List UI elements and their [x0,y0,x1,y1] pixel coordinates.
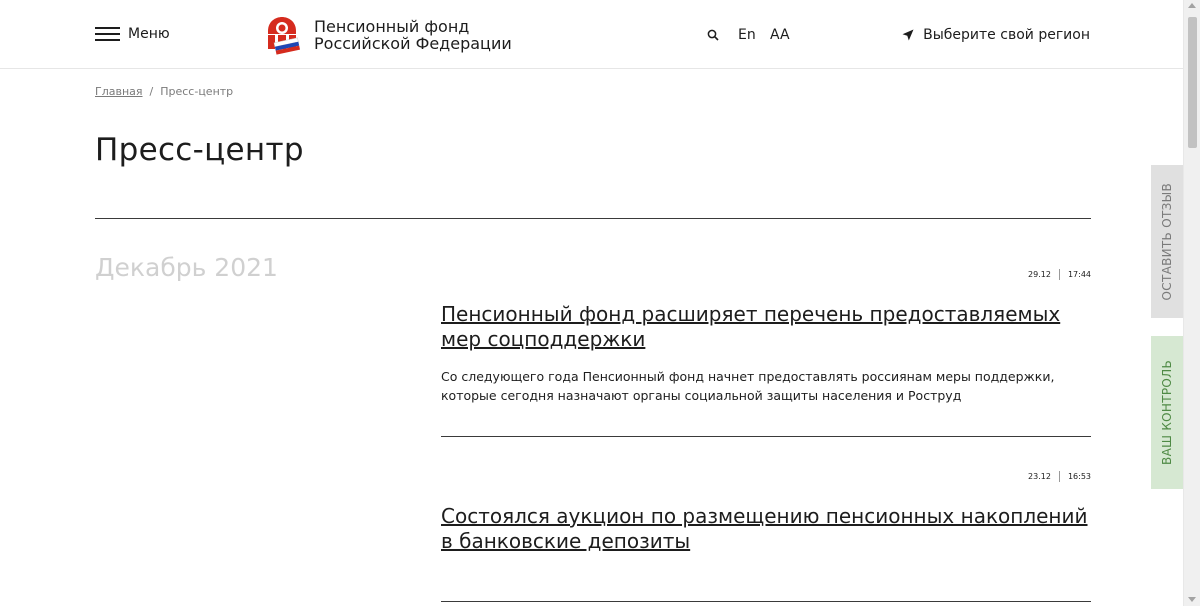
pfr-logo-icon [268,17,301,55]
scrollbar[interactable] [1183,0,1200,606]
language-switch[interactable]: En [738,27,756,43]
news-title-link[interactable]: Состоялся аукцион по размещению пенсионн… [441,504,1101,554]
breadcrumb-home-link[interactable]: Главная [95,85,143,98]
news-description: Со следующего года Пенсионный фонд начне… [441,367,1091,405]
logo-line-2: Российской Федерации [314,34,512,53]
scroll-down-arrow-icon[interactable] [1188,597,1196,602]
region-label: Выберите свой регион [923,27,1090,43]
title-divider [95,218,1091,219]
logo-line-1: Пенсионный фонд [314,17,470,36]
breadcrumb: Главная / Пресс-центр [95,85,233,98]
news-title-link[interactable]: Пенсионный фонд расширяет перечень предо… [441,302,1101,352]
month-heading: Декабрь 2021 [95,253,278,282]
site-header: Меню Пенсионный фонд Российской Федераци… [0,0,1183,69]
news-date: 23.12 [1028,472,1051,481]
news-title-line: в банковские депозиты [441,529,691,553]
region-selector[interactable]: Выберите свой регион [902,27,1090,43]
search-icon[interactable] [707,29,719,41]
site-logo[interactable]: Пенсионный фонд Российской Федерации [262,15,512,55]
news-divider [441,601,1091,602]
your-control-label: ВАШ КОНТРОЛЬ [1160,360,1174,465]
location-arrow-icon [902,29,914,41]
menu-label: Меню [128,26,170,42]
page-title: Пресс-центр [95,132,304,168]
news-time: 17:44 [1067,270,1091,279]
news-title-line: мер соцподдержки [441,327,646,351]
leave-feedback-label: ОСТАВИТЬ ОТЗЫВ [1160,182,1174,301]
your-control-tab[interactable]: ВАШ КОНТРОЛЬ [1151,336,1183,489]
news-description-line: Со следующего года Пенсионный фонд начне… [441,369,1055,384]
news-date: 29.12 [1028,270,1051,279]
news-title-line: Пенсионный фонд расширяет перечень предо… [441,302,1061,326]
scroll-thumb[interactable] [1188,17,1197,148]
news-title-line: Состоялся аукцион по размещению пенсионн… [441,504,1088,528]
burger-menu-icon [95,27,120,41]
news-description-line: которые сегодня назначают органы социаль… [441,388,962,403]
breadcrumb-separator: / [149,85,154,98]
news-time: 16:53 [1067,472,1091,481]
menu-button[interactable]: Меню [95,26,170,42]
news-meta: 29.12 17:44 [1028,269,1091,280]
news-meta: 23.12 16:53 [1028,471,1091,482]
scroll-up-arrow-icon[interactable] [1188,3,1196,8]
font-size-toggle[interactable]: AA [770,27,790,43]
breadcrumb-current: Пресс-центр [160,85,234,98]
news-divider [441,436,1091,437]
leave-feedback-tab[interactable]: ОСТАВИТЬ ОТЗЫВ [1151,165,1183,318]
